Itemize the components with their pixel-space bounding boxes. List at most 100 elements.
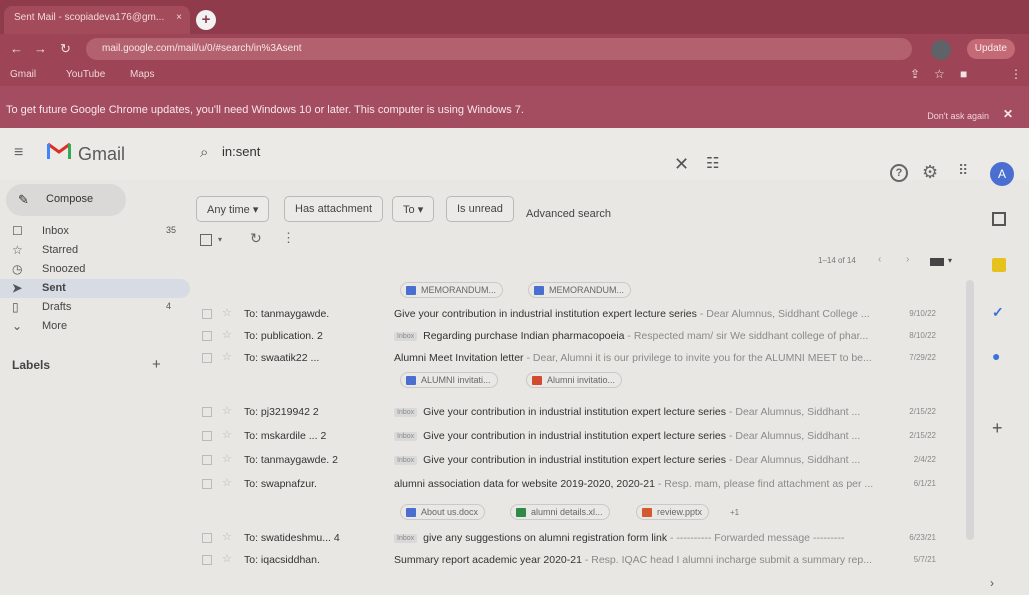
attachment-chip[interactable]: MEMORANDUM... [400,282,503,298]
infobar-dont-ask-button[interactable]: Don't ask again [927,111,989,121]
next-page-icon[interactable]: › [906,254,909,265]
bookmark-maps[interactable]: Maps [130,69,154,80]
sidebar-item-sent[interactable]: ➤ Sent [0,279,190,298]
inbox-label-badge[interactable]: Inbox [394,534,418,543]
search-icon[interactable]: ⌕ [200,144,208,161]
sidebar-item-more[interactable]: ⌄ More [0,317,190,336]
inbox-label-badge[interactable]: Inbox [394,332,418,341]
clear-search-icon[interactable]: ✕ [674,154,689,175]
refresh-icon[interactable]: ↻ [250,230,262,247]
tasks-icon[interactable]: ✓ [992,304,1004,321]
to-chip[interactable]: To ▾ [392,196,435,222]
attachment-chip[interactable]: review.pptx [636,504,710,520]
row-snippet: - Dear Alumnus, Siddhant ... [726,430,861,442]
mail-row[interactable]: ☆ To: iqacsiddhan. Summary report academ… [194,550,970,572]
profile-icon[interactable] [931,40,951,60]
new-tab-button[interactable]: + [196,10,216,30]
bookmark-gmail[interactable]: Gmail [10,69,36,80]
google-apps-icon[interactable]: ⠿ [958,162,968,179]
add-label-button[interactable]: + [152,356,161,373]
share-icon[interactable]: ⇪ [910,67,920,81]
mail-row[interactable]: ☆ To: swaatik22 ... Alumni Meet Invitati… [194,348,970,370]
sidebar-item-inbox[interactable]: ☐ Inbox 35 [0,222,190,241]
row-checkbox[interactable] [202,407,212,417]
sidebar-item-starred[interactable]: ☆ Starred [0,241,190,260]
mail-row[interactable]: ☆ To: tanmaygawde. Give your contributio… [194,304,970,326]
attachment-chip[interactable]: Alumni invitatio... [526,372,623,388]
is-unread-chip[interactable]: Is unread [446,196,514,222]
attachment-chip[interactable]: alumni details.xl... [510,504,610,520]
select-menu-icon[interactable]: ▾ [218,235,222,244]
row-snippet: - Dear, Alumni it is our privilege to in… [523,352,872,364]
sidebar-item-snoozed[interactable]: ◷ Snoozed [0,260,190,279]
main-menu-icon[interactable]: ≡ [14,144,23,162]
chevron-right-icon[interactable]: › [990,576,994,590]
mail-row[interactable]: ☆ To: swapnafzur. alumni association dat… [194,474,970,496]
has-attachment-chip[interactable]: Has attachment [284,196,384,222]
inbox-label-badge[interactable]: Inbox [394,456,418,465]
row-date: 2/4/22 [913,455,936,464]
mail-row[interactable]: ☆ To: mskardile ... 2 Inbox Give your con… [194,426,970,448]
input-tools-icon[interactable] [930,258,944,266]
row-checkbox[interactable] [202,309,212,319]
bookmark-star-icon[interactable]: ☆ [934,67,945,81]
star-icon[interactable]: ☆ [222,452,232,465]
star-icon[interactable]: ☆ [222,476,232,489]
row-checkbox[interactable] [202,331,212,341]
mail-row[interactable]: ☆ To: pj3219942 2 Inbox Give your contrib… [194,402,970,424]
star-icon[interactable]: ☆ [222,328,232,341]
row-checkbox[interactable] [202,555,212,565]
row-checkbox[interactable] [202,533,212,543]
help-icon[interactable]: ? [890,164,908,182]
address-bar[interactable]: mail.google.com/mail/u/0/#search/in%3Ase… [86,38,912,60]
mail-row[interactable]: ☆ To: tanmaygawde. 2 Inbox Give your cont… [194,450,970,472]
input-tools-caret-icon[interactable]: ▾ [948,256,952,265]
extension-icon[interactable]: ■ [960,67,967,81]
reload-icon[interactable]: ↻ [60,41,71,57]
row-checkbox[interactable] [202,455,212,465]
gmail-header: ≡ Gmail ⌕ ✕ ☷ ? ⚙ ⠿ A [0,128,1029,186]
row-checkbox[interactable] [202,431,212,441]
search-input[interactable] [222,144,662,159]
browser-menu-icon[interactable]: ⋮ [1010,67,1022,81]
forward-icon[interactable]: → [34,41,47,56]
any-time-chip[interactable]: Any time ▾ [196,196,270,222]
calendar-icon[interactable] [992,212,1006,226]
mail-row[interactable]: ☆ To: swatideshmu... 4 Inbox give any sug… [194,528,970,550]
more-options-icon[interactable]: ⋮ [282,230,295,246]
prev-page-icon[interactable]: ‹ [878,254,881,265]
mail-row[interactable]: ☆ To: publication. 2 Inbox Regarding purc… [194,326,970,348]
star-icon[interactable]: ☆ [222,530,232,543]
contacts-icon[interactable]: ● [992,348,1000,364]
account-avatar[interactable]: A [990,162,1014,186]
star-icon[interactable]: ☆ [222,350,232,363]
advanced-search-link[interactable]: Advanced search [526,208,611,220]
browser-tab-sent-mail[interactable]: Sent Mail - scopiadeva176@gm... × [4,6,190,34]
inbox-label-badge[interactable]: Inbox [394,408,418,417]
row-checkbox[interactable] [202,479,212,489]
star-icon[interactable]: ☆ [222,552,232,565]
settings-gear-icon[interactable]: ⚙ [922,162,938,183]
row-checkbox[interactable] [202,353,212,363]
select-all-checkbox[interactable] [200,234,212,246]
star-icon[interactable]: ☆ [222,306,232,319]
scrollbar[interactable] [966,280,974,540]
drafts-count: 4 [166,301,172,311]
attachment-chip[interactable]: MEMORANDUM... [528,282,631,298]
inbox-label-badge[interactable]: Inbox [394,432,418,441]
keep-icon[interactable] [992,258,1006,272]
tab-close-icon[interactable]: × [176,12,182,23]
sidebar-item-drafts[interactable]: ▯ Drafts 4 [0,298,190,317]
bookmark-youtube[interactable]: YouTube [66,69,105,80]
back-icon[interactable]: ← [10,41,23,56]
infobar-close-icon[interactable]: ✕ [1003,107,1013,121]
add-addon-icon[interactable]: + [992,418,1003,439]
gmail-logo-icon[interactable] [46,140,72,160]
star-icon[interactable]: ☆ [222,428,232,441]
search-options-icon[interactable]: ☷ [706,154,719,172]
star-icon[interactable]: ☆ [222,404,232,417]
attachment-chip[interactable]: ALUMNI invitati... [400,372,498,388]
compose-button[interactable]: ✎ Compose [6,184,126,216]
update-button[interactable]: Update [966,39,1015,59]
attachment-chip[interactable]: About us.docx [400,504,486,520]
